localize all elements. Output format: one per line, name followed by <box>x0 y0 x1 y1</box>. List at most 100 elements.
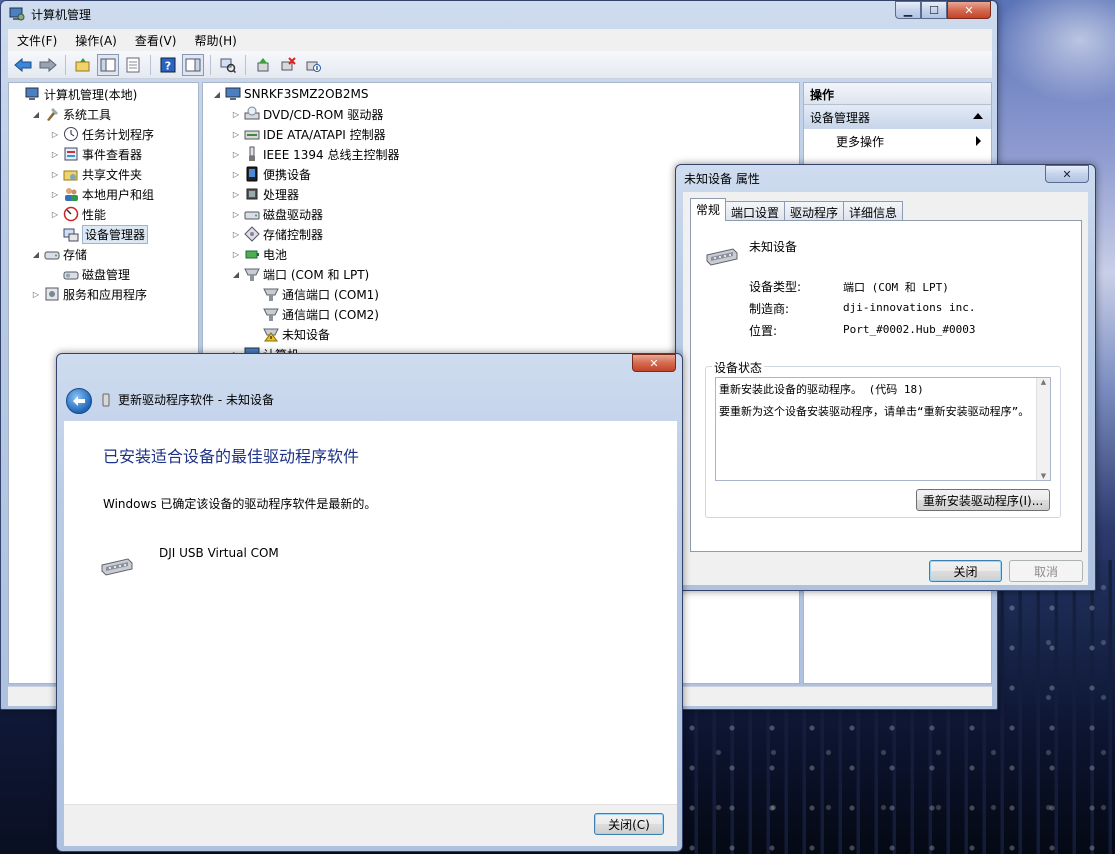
expanded-arrow-icon[interactable]: ◢ <box>230 270 242 279</box>
actions-header: 操作 <box>804 83 991 105</box>
tab-port-settings[interactable]: 端口设置 <box>725 201 786 221</box>
tree-item[interactable]: 磁盘管理 <box>49 264 130 284</box>
scan-hardware-icon[interactable] <box>217 54 239 76</box>
expanded-arrow-icon[interactable]: ◢ <box>30 110 42 119</box>
reinstall-driver-button[interactable]: 重新安装驱动程序(I)... <box>916 489 1050 511</box>
computer-management-icon <box>25 86 41 102</box>
forward-arrow-icon[interactable] <box>37 54 59 76</box>
menu-action[interactable]: 操作(A) <box>66 32 126 49</box>
collapsed-arrow-icon[interactable]: ▷ <box>230 250 242 259</box>
disk-management-icon <box>63 266 79 282</box>
tree-item[interactable]: 通信端口 (COM2) <box>249 304 379 324</box>
tree-item[interactable]: ▷ DVD/CD-ROM 驱动器 <box>230 104 383 124</box>
collapsed-arrow-icon[interactable]: ▷ <box>230 210 242 219</box>
scroll-down-icon[interactable]: ▼ <box>1037 472 1050 480</box>
tree-item[interactable]: ▷ 任务计划程序 <box>49 124 154 144</box>
tree-item[interactable]: 设备管理器 <box>49 224 149 244</box>
tree-item[interactable]: ◢ 端口 (COM 和 LPT) <box>230 264 369 284</box>
close-button[interactable]: ✕ <box>1045 165 1089 183</box>
scroll-up-icon[interactable]: ▲ <box>1037 378 1050 386</box>
storage-icon <box>44 246 60 262</box>
tree-item[interactable]: ◢ 系统工具 <box>30 104 111 124</box>
tab-general[interactable]: 常规 <box>690 198 727 221</box>
tab-driver[interactable]: 驱动程序 <box>784 201 845 221</box>
tree-item-label: 端口 (COM 和 LPT) <box>263 267 370 282</box>
tree-item[interactable]: ▷ 性能 <box>49 204 106 224</box>
menu-file[interactable]: 文件(F) <box>8 32 66 49</box>
collapsed-arrow-icon[interactable]: ▷ <box>230 130 242 139</box>
services-icon <box>44 286 60 302</box>
back-arrow-icon[interactable] <box>12 54 34 76</box>
update-driver-wizard: ✕ 更新驱动程序软件 - 未知设备 已安装适合设备的最佳驱动程序软件 Windo… <box>56 353 683 852</box>
tree-item-label: 系统工具 <box>63 107 112 122</box>
collapsed-arrow-icon[interactable]: ▷ <box>230 170 242 179</box>
ide-icon <box>244 126 260 142</box>
toolbar: ? <box>8 51 992 79</box>
tree-item[interactable]: ▷ 事件查看器 <box>49 144 142 164</box>
collapsed-arrow-icon[interactable]: ▷ <box>49 190 61 199</box>
collapsed-arrow-icon[interactable]: ▷ <box>230 190 242 199</box>
collapse-triangle-icon[interactable] <box>973 113 983 119</box>
actions-section-device-manager[interactable]: 设备管理器 <box>804 105 991 129</box>
collapsed-arrow-icon[interactable]: ▷ <box>49 150 61 159</box>
menu-view[interactable]: 查看(V) <box>126 32 186 49</box>
close-dialog-button[interactable]: 关闭 <box>929 560 1002 582</box>
tree-item[interactable]: ▷ 共享文件夹 <box>49 164 142 184</box>
tree-item[interactable]: ◢ SNRKF3SMZ2OB2MS <box>211 84 369 104</box>
tree-item[interactable]: ▷ 服务和应用程序 <box>30 284 147 304</box>
tree-item[interactable]: 未知设备 <box>249 324 330 344</box>
maximize-button[interactable]: ☐ <box>921 1 947 19</box>
update-driver-icon[interactable] <box>252 54 274 76</box>
tree-item[interactable]: ▷ 本地用户和组 <box>49 184 154 204</box>
up-folder-icon[interactable] <box>72 54 94 76</box>
more-actions-item[interactable]: 更多操作 <box>804 129 991 151</box>
tree-item[interactable]: ▷ IEEE 1394 总线主控制器 <box>230 144 399 164</box>
tree-item[interactable]: 计算机管理(本地) <box>11 84 137 104</box>
submenu-arrow-icon <box>976 136 981 146</box>
minimize-button[interactable]: ▁ <box>895 1 921 19</box>
menu-bar: 文件(F) 操作(A) 查看(V) 帮助(H) <box>8 29 992 51</box>
toolbar-separator <box>210 54 211 75</box>
system-tools-icon <box>44 106 60 122</box>
show-tree-icon[interactable] <box>97 53 119 76</box>
tree-item[interactable]: ▷ 磁盘驱动器 <box>230 204 323 224</box>
properties-sheet-icon[interactable] <box>122 54 144 76</box>
tree-item-label: 便携设备 <box>263 167 312 182</box>
expanded-arrow-icon[interactable]: ◢ <box>30 250 42 259</box>
collapsed-arrow-icon[interactable]: ▷ <box>230 110 242 119</box>
close-button[interactable]: ✕ <box>947 1 991 19</box>
status-scrollbar[interactable]: ▲ ▼ <box>1036 378 1050 480</box>
driver-device-name: DJI USB Virtual COM <box>159 546 279 560</box>
wizard-close-button[interactable]: 关闭(C) <box>594 813 664 835</box>
expanded-arrow-icon[interactable]: ◢ <box>211 90 223 99</box>
menu-help[interactable]: 帮助(H) <box>185 32 245 49</box>
device-status-textbox[interactable]: 重新安装此设备的驱动程序。 (代码 18) 要重新为这个设备安装驱动程序，请单击… <box>715 377 1051 481</box>
tree-item[interactable]: 通信端口 (COM1) <box>249 284 379 304</box>
tree-item-label: 电池 <box>263 247 288 262</box>
tree-item[interactable]: ▷ IDE ATA/ATAPI 控制器 <box>230 124 386 144</box>
general-tab-panel: 未知设备 设备类型: 端口 (COM 和 LPT) 制造商: dji-innov… <box>690 220 1082 552</box>
tree-item[interactable]: ▷ 处理器 <box>230 184 299 204</box>
tab-details[interactable]: 详细信息 <box>843 201 904 221</box>
field-label-device-type: 设备类型: <box>749 280 802 294</box>
collapsed-arrow-icon[interactable]: ▷ <box>30 290 42 299</box>
uninstall-device-icon[interactable] <box>277 54 299 76</box>
disable-device-icon[interactable] <box>302 54 324 76</box>
computer-management-icon <box>9 7 25 21</box>
back-button[interactable] <box>66 388 92 414</box>
show-action-pane-icon[interactable] <box>182 53 204 76</box>
cancel-button[interactable]: 取消 <box>1009 560 1083 582</box>
status-line-1: 重新安装此设备的驱动程序。 (代码 18) <box>719 383 924 396</box>
collapsed-arrow-icon[interactable]: ▷ <box>230 150 242 159</box>
tree-item[interactable]: ▷ 电池 <box>230 244 287 264</box>
tree-item[interactable]: ◢ 存储 <box>30 244 87 264</box>
tree-item[interactable]: ▷ 存储控制器 <box>230 224 323 244</box>
collapsed-arrow-icon[interactable]: ▷ <box>230 230 242 239</box>
help-icon[interactable]: ? <box>157 54 179 76</box>
collapsed-arrow-icon[interactable]: ▷ <box>49 210 61 219</box>
collapsed-arrow-icon[interactable]: ▷ <box>49 170 61 179</box>
tree-item[interactable]: ▷ 便携设备 <box>230 164 311 184</box>
wizard-title: 更新驱动程序软件 - 未知设备 <box>118 393 274 407</box>
titlebar: 计算机管理 <box>1 1 997 27</box>
collapsed-arrow-icon[interactable]: ▷ <box>49 130 61 139</box>
